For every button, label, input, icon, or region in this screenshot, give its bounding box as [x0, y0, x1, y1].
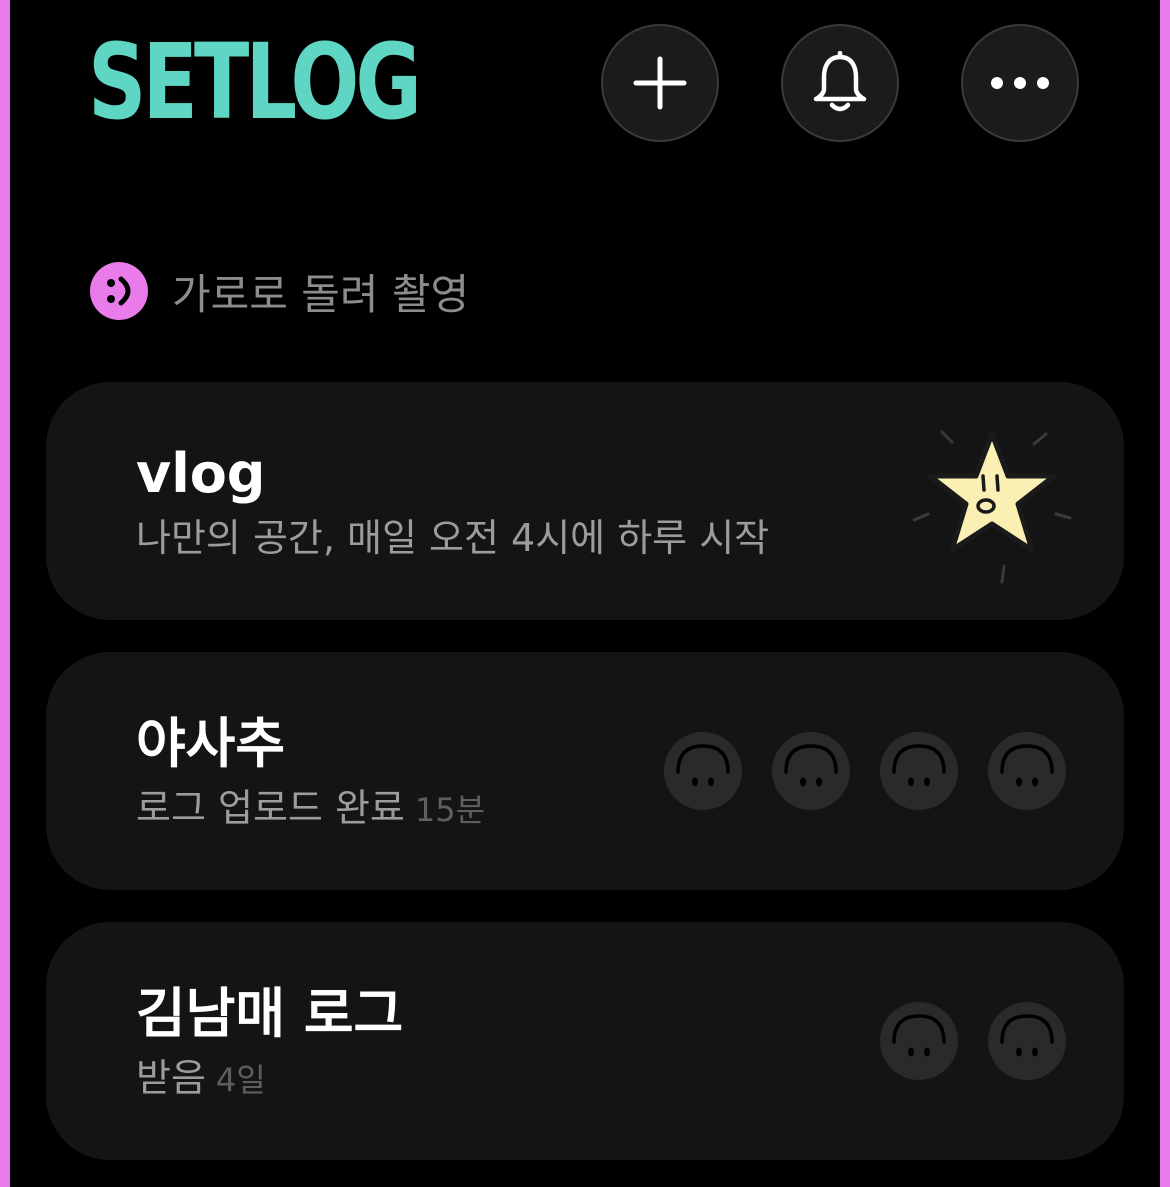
- member-avatar: [772, 732, 850, 810]
- member-avatar: [880, 1002, 958, 1080]
- member-avatars: [664, 732, 1066, 810]
- log-status: 나만의 공간, 매일 오전 4시에 하루 시작: [136, 516, 770, 560]
- rotate-hint-text: 가로로 돌려 촬영: [172, 269, 470, 319]
- app-logo: SETLOG: [88, 21, 422, 143]
- log-time: 4일: [215, 1061, 266, 1099]
- left-frame-border: [0, 0, 10, 1187]
- more-button[interactable]: [961, 24, 1079, 142]
- log-status: 로그 업로드 완료: [136, 786, 405, 830]
- log-title: 김남매 로그: [136, 982, 404, 1045]
- smile-face-icon: [676, 744, 730, 787]
- log-card-yasachu[interactable]: 야사추 로그 업로드 완료 15분: [46, 652, 1124, 890]
- notifications-button[interactable]: [781, 24, 899, 142]
- right-frame-border: [1160, 0, 1170, 1187]
- member-avatar: [988, 1002, 1066, 1080]
- member-avatar: [664, 732, 742, 810]
- add-button[interactable]: [601, 24, 719, 142]
- log-time: 15분: [414, 791, 486, 829]
- smile-face-icon: [1000, 1014, 1054, 1057]
- smile-rotate-icon: [90, 262, 148, 320]
- star-face-icon: [912, 430, 1072, 584]
- smile-face-icon: [1000, 744, 1054, 787]
- log-title: 야사추: [136, 712, 286, 775]
- smile-face-icon: [892, 1014, 946, 1057]
- log-subtitle: 나만의 공간, 매일 오전 4시에 하루 시작: [136, 514, 769, 562]
- plus-icon: [633, 56, 687, 110]
- bell-icon: [813, 51, 867, 112]
- member-avatar: [988, 732, 1066, 810]
- smile-face-icon: [784, 744, 838, 787]
- log-subtitle: 받음 4일: [136, 1054, 266, 1104]
- log-card-vlog[interactable]: vlog 나만의 공간, 매일 오전 4시에 하루 시작: [46, 382, 1124, 620]
- log-title: vlog: [136, 442, 266, 505]
- member-avatars: [880, 1002, 1066, 1080]
- rotate-hint[interactable]: 가로로 돌려 촬영: [90, 262, 469, 320]
- member-avatar: [880, 732, 958, 810]
- smile-face-icon: [892, 744, 946, 787]
- log-card-kim-siblings[interactable]: 김남매 로그 받음 4일: [46, 922, 1124, 1160]
- more-horizontal-icon: [991, 77, 1049, 89]
- log-subtitle: 로그 업로드 완료 15분: [136, 784, 485, 834]
- log-status: 받음: [136, 1056, 206, 1100]
